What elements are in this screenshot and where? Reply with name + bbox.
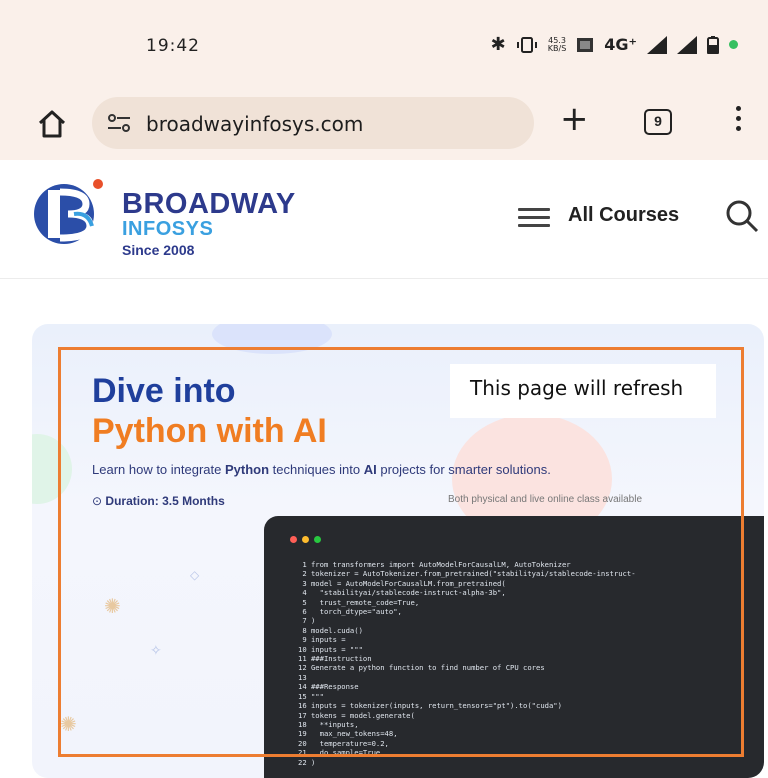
signal-icon	[677, 35, 697, 54]
home-icon[interactable]	[34, 106, 70, 142]
net-speed: 45.3 KB/S	[547, 36, 567, 53]
code-sample: 1 from transformers import AutoModelForC…	[298, 560, 636, 767]
brand-subname: INFOSYS	[122, 218, 214, 240]
brand-name: BROADWAY	[122, 188, 296, 220]
signal-icon	[647, 35, 667, 54]
search-icon[interactable]	[724, 198, 760, 234]
tab-switcher-button[interactable]: 9	[644, 109, 672, 135]
sim-icon	[577, 37, 594, 52]
sparkle-icon: ◇	[190, 568, 200, 582]
banner-description: Learn how to integrate Python techniques…	[92, 462, 551, 477]
site-settings-icon[interactable]	[106, 111, 132, 135]
address-bar[interactable]: broadwayinfosys.com	[92, 97, 534, 149]
status-indicator-icon	[729, 40, 738, 49]
brand-since: Since 2008	[122, 242, 195, 258]
browser-toolbar: broadwayinfosys.com + 9	[0, 92, 768, 160]
refresh-notice: This page will refresh	[450, 364, 716, 418]
url-text[interactable]: broadwayinfosys.com	[146, 112, 363, 136]
banner-headline-line2: Python with AI	[92, 412, 327, 450]
battery-icon	[707, 35, 719, 54]
code-editor-screen: 1 from transformers import AutoModelForC…	[264, 516, 764, 778]
banner-headline-line1: Dive into	[92, 372, 236, 410]
net-speed-unit: KB/S	[547, 43, 567, 53]
more-options-icon[interactable]	[736, 106, 744, 136]
vibrate-icon	[516, 36, 537, 53]
broadway-logo[interactable]	[28, 176, 112, 246]
hamburger-menu-icon[interactable]	[518, 208, 550, 232]
decor-blob	[32, 434, 72, 504]
decor-blob	[212, 324, 332, 354]
network-type: 4G⁺	[604, 35, 637, 54]
site-header: BROADWAY INFOSYS Since 2008 All Courses	[0, 160, 768, 279]
sparkle-icon: ✧	[150, 642, 162, 658]
status-time: 19:42	[146, 36, 200, 56]
bluetooth-icon: ✱	[490, 34, 506, 54]
status-bar: 19:42 ✱ 45.3 KB/S 4G⁺	[0, 0, 768, 92]
new-tab-button[interactable]: +	[560, 102, 589, 136]
sparkle-icon: ✺	[60, 714, 77, 736]
course-duration: ⊙ Duration: 3.5 Months	[92, 494, 225, 508]
sparkle-icon: ✺	[104, 596, 121, 618]
class-modes: Both physical and live online class avai…	[448, 494, 643, 505]
clock-icon: ⊙	[92, 494, 103, 508]
all-courses-link[interactable]: All Courses	[568, 204, 679, 227]
window-controls	[290, 536, 321, 543]
status-icons: ✱ 45.3 KB/S 4G⁺	[491, 34, 738, 55]
